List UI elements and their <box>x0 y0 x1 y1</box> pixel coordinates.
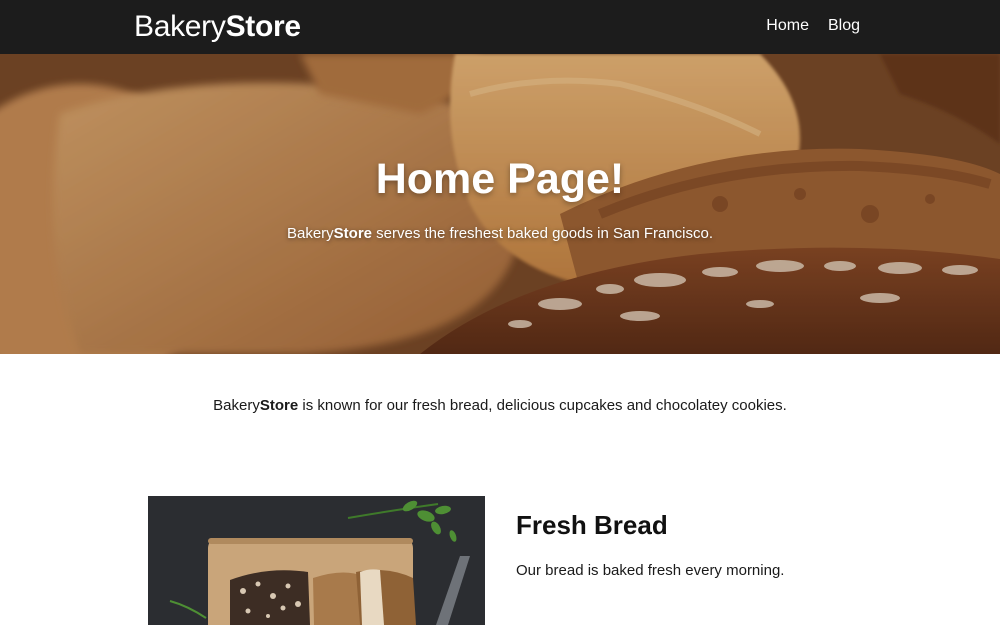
intro-brand-light: Bakery <box>213 397 260 414</box>
navbar: BakeryStore Home Blog <box>0 0 1000 54</box>
nav-link-home[interactable]: Home <box>766 15 809 37</box>
intro-body: is known for our fresh bread, delicious … <box>298 397 787 414</box>
hero-subtitle-text: serves the freshest baked goods in San F… <box>372 225 714 242</box>
feature-description: Our bread is baked fresh every morning. <box>516 562 785 579</box>
nav-links: Home Blog <box>766 15 860 37</box>
hero-bread-image <box>0 54 1000 354</box>
hero-subtitle-brand-light: Bakery <box>286 225 334 242</box>
hero-title: Home Page! <box>375 155 625 203</box>
hero-subtitle: BakeryStore serves the freshest baked go… <box>0 224 1000 244</box>
brand-logo[interactable]: BakeryStore <box>134 9 301 45</box>
hero-banner: Home Page! BakeryStore serves the freshe… <box>0 54 1000 354</box>
intro-brand-bold: Store <box>259 397 299 414</box>
nav-link-blog[interactable]: Blog <box>828 15 860 37</box>
brand-name-bold: Store <box>225 10 301 43</box>
brand-name-light: Bakery <box>134 10 226 43</box>
fresh-bread-image <box>148 496 485 625</box>
intro-text: BakeryStore is known for our fresh bread… <box>0 396 1000 416</box>
hero-subtitle-brand-bold: Store <box>333 225 372 242</box>
feature-title: Fresh Bread <box>516 510 668 540</box>
